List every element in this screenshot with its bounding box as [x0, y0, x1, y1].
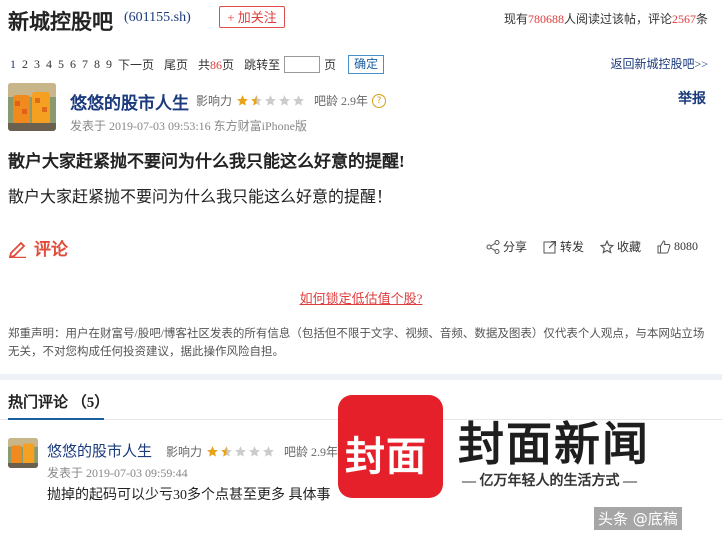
post-author[interactable]: 悠悠的股市人生: [70, 89, 189, 114]
question-icon[interactable]: ?: [372, 93, 387, 108]
confirm-button[interactable]: 确定: [348, 55, 385, 74]
jump-label: 跳转至: [244, 58, 281, 72]
report-button[interactable]: 举报: [678, 88, 706, 108]
post-time: 发表于 2019-07-03 09:53:16 东方财富iPhone版: [70, 119, 307, 133]
influence-rating: 影响力 吧龄 2.9年 ?: [196, 92, 387, 109]
star-outline-icon: [599, 239, 614, 254]
like-count: 8080: [674, 239, 698, 253]
avatar[interactable]: [8, 83, 56, 131]
forward-icon: [543, 240, 556, 253]
comment-influence: 影响力 吧龄 2.9年: [166, 443, 338, 460]
reads-mid: 人阅读过该帖，评论: [563, 12, 672, 26]
star-rating: [236, 94, 306, 107]
pager: 1 2 3 4 5 6 7 8 9 下一页 尾页 共86页 跳转至 页 确定: [10, 55, 385, 74]
page-2[interactable]: 2: [22, 57, 28, 72]
share-button[interactable]: 分享: [486, 238, 527, 255]
comment-bar-age: 吧龄 2.9年: [284, 445, 339, 459]
pencil-icon: [8, 241, 26, 258]
total-number: 86: [210, 58, 223, 72]
page-1[interactable]: 1: [10, 57, 16, 72]
stock-code[interactable]: (601155.sh): [124, 10, 191, 26]
total-prefix: 共: [198, 58, 211, 72]
post-actions: 分享 转发 收藏 8080: [470, 238, 698, 255]
section-divider: [0, 374, 722, 380]
back-to-bar-link[interactable]: 返回新城控股吧>>: [610, 55, 708, 72]
empty-star-icon: [265, 95, 276, 106]
page-7[interactable]: 7: [82, 57, 88, 72]
source-watermark: 头条 @底稿: [594, 507, 682, 530]
comment-text: 抛掉的起码可以少亏30多个点甚至更多 具体事: [47, 488, 331, 503]
comment-time: 发表于 2019-07-03 09:59:44: [47, 466, 188, 480]
share-icon: [486, 239, 500, 254]
logo-text: 封面: [345, 434, 427, 479]
next-page-link[interactable]: 下一页: [118, 56, 154, 73]
empty-star-icon: [263, 446, 274, 457]
hot-comments-title: 热门评论: [8, 395, 69, 411]
active-tab-underline: [8, 418, 104, 420]
bar-age: 吧龄 2.9年: [314, 94, 369, 108]
star-icon: [237, 95, 248, 106]
follow-button[interactable]: + 加关注: [219, 6, 285, 28]
disclaimer: 郑重声明：用户在财富号/股吧/博客社区发表的所有信息（包括但不限于文字、视频、音…: [8, 328, 705, 358]
total-pages: 共86页: [198, 56, 234, 73]
post-title: 散户大家赶紧抛不要问为什么我只能这么好意的提醒!: [8, 152, 405, 171]
comment-author[interactable]: 悠悠的股市人生: [47, 440, 152, 461]
bar-title: 新城控股吧: [8, 10, 113, 34]
page-8[interactable]: 8: [94, 57, 100, 72]
last-page-link[interactable]: 尾页: [164, 56, 188, 73]
reads-prefix: 现有: [503, 12, 528, 26]
like-button[interactable]: 8080: [657, 239, 698, 254]
comment-button[interactable]: 评论: [8, 235, 68, 260]
empty-star-icon: [235, 446, 246, 457]
page-6[interactable]: 6: [70, 57, 76, 72]
brand-slogan: — 亿万年轻人的生活方式 —: [462, 474, 637, 489]
jump-unit: 页: [324, 58, 337, 72]
half-star-icon: [221, 446, 232, 457]
share-label: 分享: [502, 240, 527, 254]
comments-suffix: 条: [695, 12, 708, 26]
half-star-icon: [251, 95, 262, 106]
forward-button[interactable]: 转发: [543, 238, 584, 255]
influence-label: 影响力: [196, 94, 233, 108]
hot-comments-count: （5）: [71, 395, 110, 411]
brand-name: 封面新闻: [458, 419, 650, 470]
empty-star-icon: [279, 95, 290, 106]
comment-star-rating: [206, 445, 276, 458]
thumbs-up-icon: [657, 239, 671, 253]
page-3[interactable]: 3: [34, 57, 40, 72]
read-count: 现有780688人阅读过该帖，评论2567条: [504, 10, 708, 27]
page-9[interactable]: 9: [106, 57, 112, 72]
comment-avatar[interactable]: [8, 438, 38, 468]
empty-star-icon: [293, 95, 304, 106]
promo-link[interactable]: 如何锁定低估值个股?: [0, 288, 722, 307]
page-5[interactable]: 5: [58, 57, 64, 72]
empty-star-icon: [249, 446, 260, 457]
star-icon: [207, 446, 218, 457]
page-4[interactable]: 4: [46, 57, 52, 72]
hot-comments-heading[interactable]: 热门评论 （5）: [8, 391, 109, 412]
collect-label: 收藏: [616, 240, 641, 254]
post-body: 散户大家赶紧抛不要问为什么我只能这么好意的提醒！: [8, 189, 393, 206]
forward-label: 转发: [559, 240, 584, 254]
comment-label: 评论: [34, 240, 68, 259]
comment-influence-label: 影响力: [166, 445, 203, 459]
collect-button[interactable]: 收藏: [599, 238, 641, 255]
comments-number: 2567: [671, 12, 696, 26]
total-suffix: 页: [222, 58, 235, 72]
reads-number: 780688: [527, 12, 564, 26]
jump-page-input[interactable]: [284, 56, 321, 73]
